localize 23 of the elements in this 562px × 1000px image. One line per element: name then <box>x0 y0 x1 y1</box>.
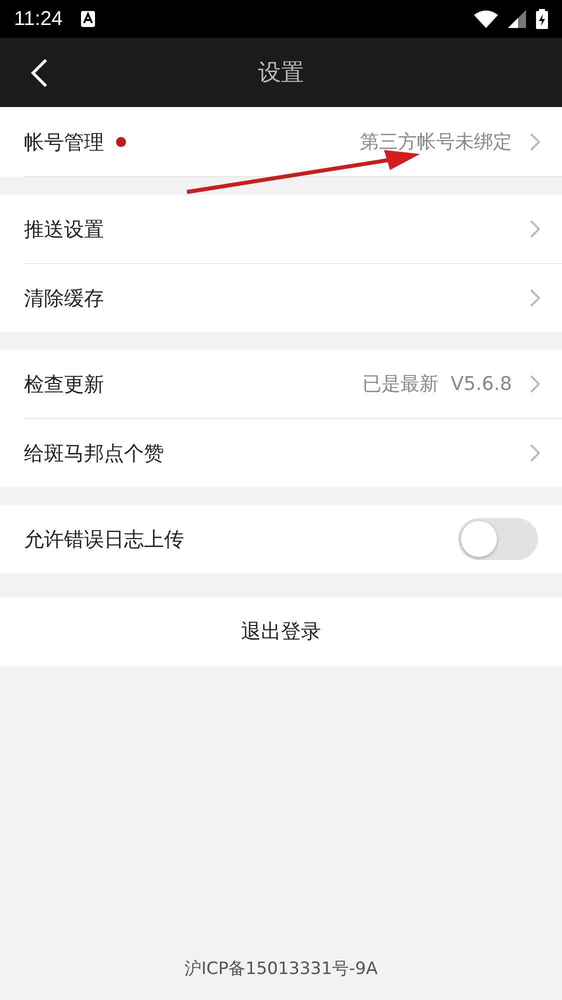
setting-label[interactable]: 允许错误日志上传 <box>24 526 184 552</box>
chevron-right-icon <box>530 289 540 307</box>
page-title: 设置 <box>258 59 304 88</box>
setting-label[interactable]: 检查更新 <box>24 370 104 398</box>
chevron-right-icon <box>530 133 540 151</box>
wifi-icon <box>474 10 498 28</box>
chevron-right-icon <box>530 444 540 462</box>
logout-button[interactable]: 退出登录 <box>0 597 562 666</box>
battery-icon <box>536 9 548 29</box>
setting-value: 第三方帐号未绑定 <box>360 130 512 155</box>
setting-label[interactable]: 清除缓存 <box>24 284 104 312</box>
setting-value: 已是最新 V5.6.8 <box>362 372 512 397</box>
setting-label[interactable]: 推送设置 <box>24 216 104 242</box>
status-time: 11:24 <box>14 8 63 30</box>
chevron-right-icon <box>530 220 540 238</box>
setting-label[interactable]: 帐号管理 <box>24 128 104 156</box>
signal-icon <box>508 10 526 28</box>
back-icon[interactable] <box>30 58 48 88</box>
chevron-right-icon <box>530 375 540 393</box>
notification-icon <box>80 11 95 27</box>
toggle-switch[interactable] <box>458 518 538 560</box>
setting-label[interactable]: 给斑马邦点个赞 <box>24 440 164 466</box>
icp-license-text: 沪ICP备15013331号-9A <box>183 958 379 980</box>
